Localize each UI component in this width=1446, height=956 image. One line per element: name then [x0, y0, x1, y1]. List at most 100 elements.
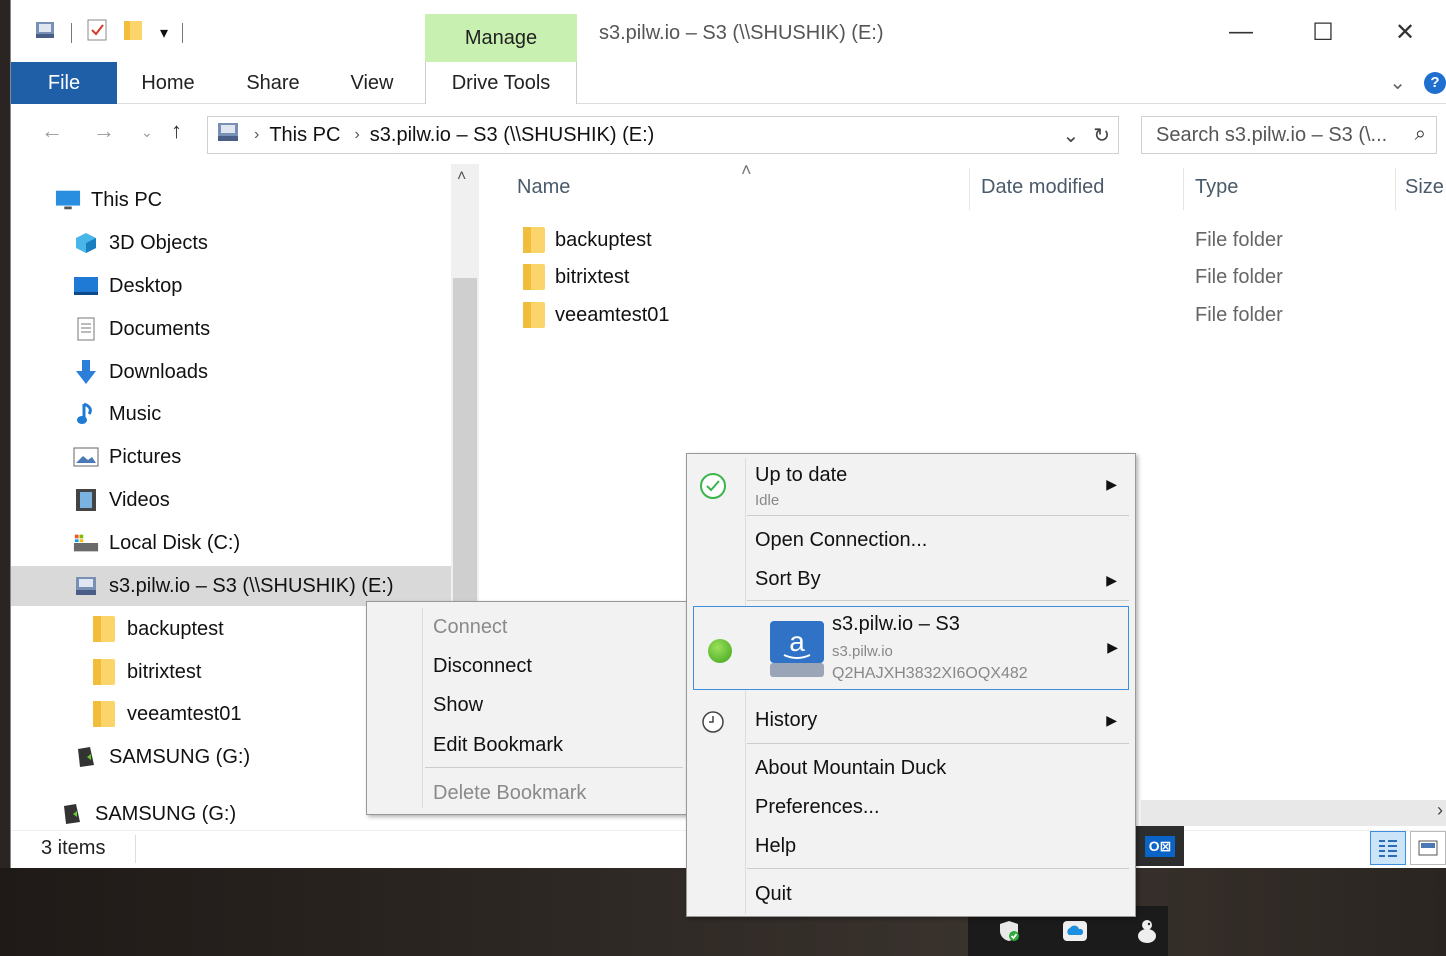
nav-item-this-pc[interactable]: This PC [55, 180, 162, 220]
drive-icon [216, 121, 240, 149]
nav-item-s3-drive[interactable]: s3.pilw.io – S3 (\\SHUSHIK) (E:) [11, 566, 451, 606]
menu-item-show[interactable]: Show [433, 694, 483, 717]
nav-item-veeamtest01[interactable]: veeamtest01 [91, 694, 242, 734]
maximize-button[interactable]: ☐ [1282, 10, 1364, 54]
column-header-name[interactable]: Name [517, 176, 570, 199]
nav-item-3d-objects[interactable]: 3D Objects [73, 223, 208, 263]
menu-item-history[interactable]: History [755, 709, 817, 732]
connected-status-dot [708, 639, 732, 663]
folder-icon [523, 264, 545, 290]
nav-item-desktop[interactable]: Desktop [73, 266, 182, 306]
file-row[interactable]: bitrixtest File folder [523, 259, 1283, 295]
nav-item-samsung-g-root[interactable]: SAMSUNG (G:) [59, 794, 236, 834]
toolbar-divider [71, 23, 72, 43]
nav-label: Videos [109, 488, 170, 511]
tab-view[interactable]: View [337, 62, 407, 104]
breadcrumb-current-drive[interactable]: s3.pilw.io – S3 (\\SHUSHIK) (E:) [370, 124, 655, 147]
drive-properties-icon[interactable] [33, 18, 57, 48]
folder-icon [523, 302, 545, 328]
outlook-taskbar-icon[interactable]: O⊠ [1136, 826, 1184, 866]
column-header-type[interactable]: Type [1195, 176, 1238, 199]
folder-icon [523, 227, 545, 253]
search-icon[interactable]: ⌕ [1415, 123, 1426, 146]
back-arrow-icon[interactable]: ← [41, 118, 63, 144]
submenu-arrow-icon: ▶ [1107, 639, 1118, 655]
search-input[interactable]: Search s3.pilw.io – S3 (\... ⌕ [1141, 116, 1437, 154]
menu-item-disconnect[interactable]: Disconnect [433, 655, 532, 678]
view-buttons [1370, 831, 1446, 865]
duck-icon[interactable] [1134, 918, 1160, 944]
status-subtitle: Idle [755, 492, 780, 509]
menu-item-delete-bookmark[interactable]: Delete Bookmark [433, 782, 586, 805]
nav-item-music[interactable]: Music [73, 394, 161, 434]
manage-context-tab[interactable]: Manage [425, 14, 577, 62]
menu-item-preferences[interactable]: Preferences... [755, 796, 880, 819]
menu-item-bookmark-s3[interactable]: a s3.pilw.io – S3 s3.pilw.io Q2HAJXH3832… [693, 606, 1129, 690]
window-title: s3.pilw.io – S3 (\\SHUSHIK) (E:) [599, 22, 884, 44]
status-ok-icon [699, 472, 727, 506]
document-icon [73, 317, 99, 341]
column-header-date-modified[interactable]: Date modified [981, 176, 1104, 199]
expand-ribbon-icon[interactable]: ⌄ [1389, 70, 1406, 95]
breadcrumb-chevron-icon[interactable]: › [254, 126, 259, 144]
new-folder-icon[interactable] [122, 18, 146, 48]
menu-item-open-connection[interactable]: Open Connection... [755, 529, 927, 552]
nav-item-bitrixtest[interactable]: bitrixtest [91, 652, 201, 692]
nav-item-backuptest[interactable]: backuptest [91, 609, 224, 649]
address-field[interactable]: › This PC › s3.pilw.io – S3 (\\SHUSHIK) … [207, 116, 1119, 154]
file-type: File folder [1195, 265, 1283, 288]
nav-label: s3.pilw.io – S3 (\\SHUSHIK) (E:) [109, 574, 394, 597]
file-name: veeamtest01 [555, 303, 670, 326]
customize-toolbar-icon[interactable]: ▾ [160, 23, 168, 43]
mountain-duck-menu: Up to date Idle ▶ Open Connection... Sor… [686, 453, 1136, 917]
nav-item-downloads[interactable]: Downloads [73, 352, 208, 392]
address-dropdown-icon[interactable]: ⌄ [1062, 123, 1079, 148]
menu-item-sort-by[interactable]: Sort By [755, 568, 821, 591]
menu-item-about[interactable]: About Mountain Duck [755, 757, 946, 780]
menu-item-quit[interactable]: Quit [755, 883, 792, 906]
svg-text:a: a [789, 626, 805, 657]
nav-item-videos[interactable]: Videos [73, 480, 170, 520]
file-row[interactable]: veeamtest01 File folder [523, 297, 1283, 333]
column-header-size[interactable]: Size [1405, 176, 1444, 199]
forward-arrow-icon[interactable]: → [93, 118, 115, 144]
menu-item-help[interactable]: Help [755, 835, 796, 858]
menu-item-status[interactable]: Up to date [755, 464, 847, 487]
menu-item-connect[interactable]: Connect [433, 616, 508, 639]
cloud-icon[interactable] [1062, 918, 1088, 944]
column-divider[interactable] [969, 168, 970, 210]
column-divider[interactable] [1183, 168, 1184, 210]
usb-drive-icon [73, 746, 99, 768]
breadcrumb-this-pc[interactable]: This PC [269, 124, 340, 147]
recent-locations-icon[interactable]: ⌄ [141, 124, 153, 141]
film-icon [73, 489, 99, 511]
close-button[interactable]: ✕ [1364, 10, 1446, 54]
ribbon-right-controls: ⌄ ? [1389, 70, 1446, 95]
tab-drive-tools[interactable]: Drive Tools [425, 62, 577, 104]
scroll-up-icon[interactable]: ˄ [457, 168, 466, 186]
nav-item-local-disk[interactable]: Local Disk (C:) [73, 523, 240, 563]
nav-label: SAMSUNG (G:) [95, 802, 237, 825]
nav-item-samsung-g[interactable]: SAMSUNG (G:) [73, 737, 250, 777]
menu-item-edit-bookmark[interactable]: Edit Bookmark [433, 734, 563, 757]
breadcrumb-chevron-icon[interactable]: › [354, 126, 359, 144]
horizontal-scrollbar[interactable]: › [1141, 800, 1446, 826]
details-view-icon[interactable] [1370, 831, 1406, 865]
tab-share[interactable]: Share [233, 62, 313, 104]
column-divider[interactable] [1395, 168, 1396, 210]
scroll-right-icon[interactable]: › [1437, 800, 1443, 821]
file-row[interactable]: backuptest File folder [523, 222, 1283, 258]
checkmark-properties-icon[interactable] [86, 18, 108, 48]
tab-home[interactable]: Home [129, 62, 207, 104]
large-icons-view-icon[interactable] [1410, 831, 1446, 865]
nav-item-pictures[interactable]: Pictures [73, 437, 181, 477]
tab-file[interactable]: File [11, 62, 117, 104]
nav-item-documents[interactable]: Documents [73, 309, 210, 349]
help-icon[interactable]: ? [1424, 71, 1446, 94]
up-arrow-icon[interactable]: ↑ [171, 118, 182, 144]
submenu-arrow-icon: ▶ [1106, 476, 1117, 492]
shield-icon[interactable] [996, 918, 1022, 944]
minimize-button[interactable]: — [1200, 10, 1282, 54]
nav-label: Pictures [109, 445, 182, 468]
refresh-icon[interactable]: ↻ [1093, 123, 1110, 148]
